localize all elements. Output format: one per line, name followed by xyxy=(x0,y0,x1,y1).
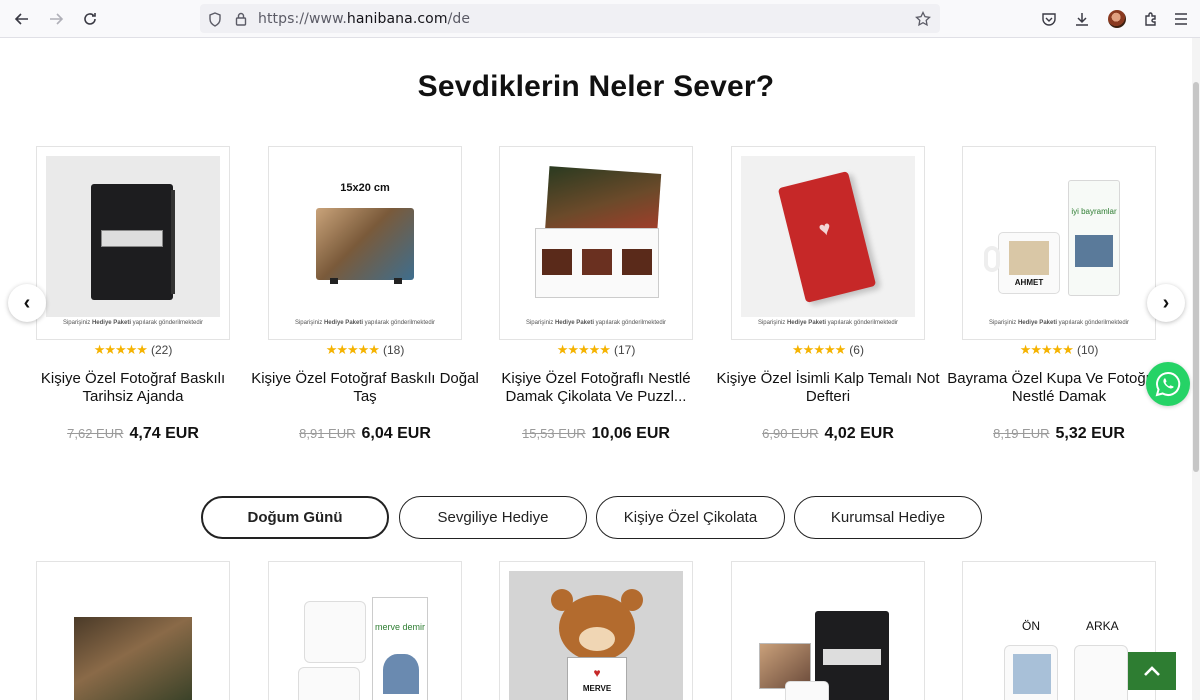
rating: ★★★★★ (6) xyxy=(792,342,864,357)
notebook-photo: ♥ xyxy=(741,156,915,317)
gift-note: Siparişiniz Hediye Paketi yapılarak gönd… xyxy=(757,320,899,326)
size-label: 15x20 cm xyxy=(340,182,390,194)
star-rating-icon: ★★★★★ xyxy=(325,342,380,357)
rating: ★★★★★ (18) xyxy=(325,342,405,357)
rating: ★★★★★ (10) xyxy=(1019,342,1099,357)
star-rating-icon: ★★★★★ xyxy=(93,342,148,357)
download-icon[interactable] xyxy=(1071,8,1093,30)
product-price: 6,90 EUR 4,02 EUR xyxy=(762,425,894,442)
address-bar[interactable]: https://www.hanibana.com/de xyxy=(200,4,940,33)
greeting-label: iyi bayramlar xyxy=(1071,207,1117,216)
product-image[interactable]: 15x20 cm Siparişiniz Hediye Paketi yapıl… xyxy=(268,146,462,340)
gift-note: Siparişiniz Hediye Paketi yapılarak gönd… xyxy=(988,320,1130,326)
carousel-next-button[interactable]: › xyxy=(1147,284,1185,322)
carousel-prev-button[interactable]: ‹ xyxy=(8,284,46,322)
reload-icon xyxy=(84,13,96,25)
product-price: 8,91 EUR 6,04 EUR xyxy=(299,425,431,442)
forward-button[interactable] xyxy=(44,7,68,31)
bookmark-star-icon[interactable] xyxy=(914,10,932,28)
back-label: ARKA xyxy=(1086,619,1119,633)
shield-icon[interactable] xyxy=(206,10,224,28)
tab-kurumsal-hediye[interactable]: Kurumsal Hediye xyxy=(794,496,982,539)
account-avatar[interactable] xyxy=(1106,8,1128,30)
mug-set-image: merve demir xyxy=(278,571,452,700)
star-rating-icon: ★★★★★ xyxy=(1019,342,1074,357)
chevron-left-icon: ‹ xyxy=(23,291,31,314)
product-image[interactable]: merve demir xyxy=(268,561,462,700)
lock-icon[interactable] xyxy=(232,10,250,28)
agenda-set-image xyxy=(741,571,915,700)
product-image[interactable]: Siparişiniz Hediye Paketi yapılarak gönd… xyxy=(36,146,230,340)
scrollbar[interactable] xyxy=(1192,38,1200,700)
product-name-link[interactable]: Kişiye Özel Fotoğraf Baskılı Tarihsiz Aj… xyxy=(17,370,249,406)
product-price: 15,53 EUR 10,06 EUR xyxy=(522,425,670,442)
calendar-mug-image: ÖN ARKA xyxy=(972,571,1146,700)
url-text[interactable]: https://www.hanibana.com/de xyxy=(258,11,470,27)
whatsapp-icon xyxy=(1155,371,1181,397)
teddy-bear-image: ♥ MERVE xyxy=(509,571,683,700)
star-rating-icon: ★★★★★ xyxy=(556,342,611,357)
chevron-right-icon: › xyxy=(1162,291,1170,314)
product-image[interactable]: ÖN ARKA xyxy=(962,561,1156,700)
rating: ★★★★★ (17) xyxy=(556,342,636,357)
photo-print-image xyxy=(46,571,220,700)
product-image[interactable]: ♥ Siparişiniz Hediye Paketi yapılarak gö… xyxy=(731,146,925,340)
stone-photo: 15x20 cm xyxy=(278,156,452,317)
tab-sevgiliye-hediye[interactable]: Sevgiliye Hediye xyxy=(399,496,587,539)
extensions-icon[interactable] xyxy=(1140,8,1162,30)
agenda-photo xyxy=(46,156,220,317)
rating: ★★★★★ (22) xyxy=(93,342,173,357)
pocket-icon[interactable] xyxy=(1038,8,1060,30)
chocolate-name-label: merve demir xyxy=(374,622,425,632)
chevron-up-icon xyxy=(1144,666,1160,676)
chocolate-puzzle-photo xyxy=(509,156,683,317)
reload-button[interactable] xyxy=(78,7,102,31)
mug-name-label: AHMET xyxy=(1014,278,1044,287)
bear-name-label: MERVE xyxy=(582,684,612,693)
product-name-link[interactable]: Kişiye Özel İsimli Kalp Temalı Not Defte… xyxy=(712,370,944,406)
product-image[interactable]: iyi bayramlar AHMET Siparişiniz Hediye P… xyxy=(962,146,1156,340)
product-image[interactable] xyxy=(36,561,230,700)
gift-note: Siparişiniz Hediye Paketi yapılarak gönd… xyxy=(525,320,667,326)
product-name-link[interactable]: Kişiye Özel Fotoğraflı Nestlé Damak Çiko… xyxy=(480,370,712,406)
menu-icon[interactable] xyxy=(1170,8,1192,30)
product-image[interactable]: ♥ MERVE xyxy=(499,561,693,700)
forward-arrow-icon xyxy=(50,13,64,25)
product-price: 7,62 EUR 4,74 EUR xyxy=(67,425,199,442)
browser-toolbar: https://www.hanibana.com/de xyxy=(0,0,1200,38)
back-button[interactable] xyxy=(10,7,34,31)
back-arrow-icon xyxy=(14,13,28,25)
avatar-icon xyxy=(1108,10,1126,28)
gift-note: Siparişiniz Hediye Paketi yapılarak gönd… xyxy=(62,320,204,326)
front-label: ÖN xyxy=(1022,619,1040,633)
section-title: Sevdiklerin Neler Sever? xyxy=(417,70,775,103)
product-image[interactable] xyxy=(731,561,925,700)
product-name-link[interactable]: Bayrama Özel Kupa Ve Fotoğraflı Nestlé D… xyxy=(943,370,1175,406)
whatsapp-button[interactable] xyxy=(1146,362,1190,406)
product-image[interactable]: Siparişiniz Hediye Paketi yapılarak gönd… xyxy=(499,146,693,340)
scroll-thumb[interactable] xyxy=(1193,82,1199,472)
tab-dogum-gunu[interactable]: Doğum Günü xyxy=(201,496,389,539)
tab-kisiye-ozel-cikolata[interactable]: Kişiye Özel Çikolata xyxy=(596,496,785,539)
product-name-link[interactable]: Kişiye Özel Fotoğraf Baskılı Doğal Taş xyxy=(249,370,481,406)
back-to-top-button[interactable] xyxy=(1128,652,1176,690)
product-price: 8,19 EUR 5,32 EUR xyxy=(993,425,1125,442)
mug-chocolate-photo: iyi bayramlar AHMET xyxy=(972,156,1146,317)
gift-note: Siparişiniz Hediye Paketi yapılarak gönd… xyxy=(294,320,436,326)
star-rating-icon: ★★★★★ xyxy=(792,342,846,357)
heart-icon: ♥ xyxy=(593,666,601,680)
